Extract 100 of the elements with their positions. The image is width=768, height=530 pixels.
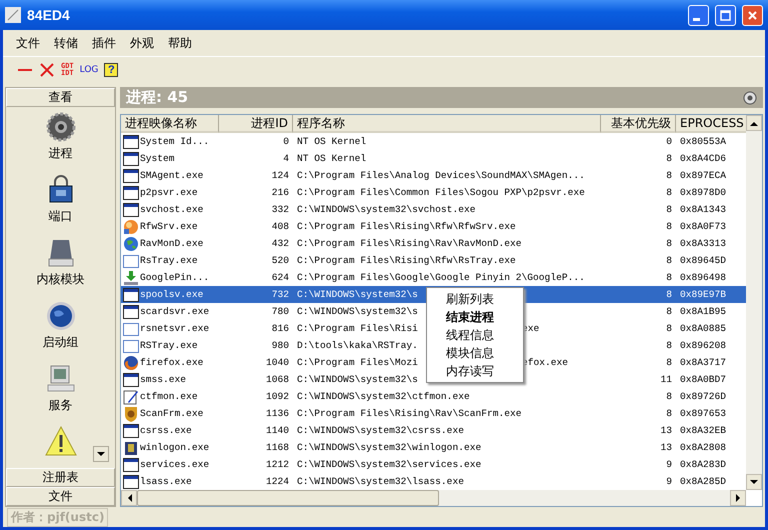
process-name[interactable]: GooglePin... <box>140 269 210 286</box>
column-header[interactable]: 进程ID <box>219 115 293 133</box>
table-cell: 980 <box>272 340 289 351</box>
close-icon[interactable] <box>39 62 55 78</box>
sidebar-item[interactable]: 启动组 <box>42 300 78 363</box>
table-cell: 1212 <box>266 459 289 470</box>
menu-item[interactable]: 线程信息 <box>427 326 523 344</box>
log-button[interactable]: LOG <box>80 65 98 75</box>
table-cell: 0x896208 <box>680 340 726 351</box>
sidebar-tab[interactable]: 文件 <box>6 487 115 506</box>
menu-item[interactable]: 文件 <box>9 34 47 52</box>
table-cell: 9 <box>666 476 672 487</box>
table-cell: 8 <box>666 255 672 266</box>
process-name[interactable]: RsTray.exe <box>140 252 198 269</box>
table-cell: C:\Program Files\Rising\Rfw\RfwSrv.exe <box>297 221 516 232</box>
table-cell: 0x8A1B95 <box>680 306 726 317</box>
left-arrow-icon <box>126 494 132 502</box>
process-name[interactable]: firefox.exe <box>140 354 204 371</box>
help-button[interactable]: ? <box>104 63 118 77</box>
process-name[interactable]: lsass.exe <box>140 473 192 490</box>
table-cell: 0x8A1343 <box>680 204 726 215</box>
column-header[interactable]: 程序名称 <box>293 115 601 133</box>
sidebar-item[interactable]: 进程 <box>44 111 76 174</box>
process-name[interactable]: RSTray.exe <box>140 337 198 354</box>
table-cell: C:\WINDOWS\system32\ctfmon.exe <box>297 391 470 402</box>
scroll-up-button[interactable] <box>746 115 762 131</box>
table-cell: 732 <box>272 289 289 300</box>
scroll-left-button[interactable] <box>121 490 137 506</box>
process-name[interactable]: csrss.exe <box>140 422 192 439</box>
table-cell: 780 <box>272 306 289 317</box>
warning-icon[interactable] <box>44 426 76 456</box>
table-cell: NT OS Kernel <box>297 153 366 164</box>
sidebar-item[interactable]: 服务 <box>44 363 76 426</box>
table-cell: 8 <box>666 153 672 164</box>
window-icon <box>123 372 139 388</box>
table-cell: 9 <box>666 459 672 470</box>
window-icon <box>123 422 139 438</box>
scroll-down-button[interactable] <box>746 474 762 490</box>
process-name[interactable]: RavMonD.exe <box>140 235 204 252</box>
menu-item[interactable]: 插件 <box>85 34 123 52</box>
process-name[interactable]: scardsvr.exe <box>140 303 210 320</box>
table-cell: 13 <box>660 442 672 453</box>
sidebar-item[interactable]: 内核模块 <box>36 237 84 300</box>
table-cell: C:\WINDOWS\system32\lsass.exe <box>297 476 464 487</box>
table-cell: 0x8A0F73 <box>680 221 726 232</box>
process-name[interactable]: System Id... <box>140 133 210 150</box>
table-cell: C:\Program Files\Mozi <box>297 357 418 368</box>
process-name[interactable]: ScanFrm.exe <box>140 405 204 422</box>
table-cell: 8 <box>666 357 672 368</box>
table-cell: 408 <box>272 221 289 232</box>
notepad-pen-icon <box>123 388 139 404</box>
process-name[interactable]: rsnetsvr.exe <box>140 320 210 337</box>
menu-item[interactable]: 内存读写 <box>427 362 523 380</box>
table-cell: C:\Program Files\Rising\Rav\RavMonD.exe <box>297 238 522 249</box>
minimize-button[interactable] <box>688 4 709 26</box>
scroll-thumb[interactable] <box>137 490 439 506</box>
close-button[interactable] <box>742 4 763 26</box>
table-cell: 0 <box>666 136 672 147</box>
maximize-button[interactable] <box>715 4 736 26</box>
column-header[interactable]: 基本优先级 <box>601 115 676 133</box>
table-cell: D:\tools\kaka\RSTray. <box>297 340 418 351</box>
table-cell: 816 <box>272 323 289 334</box>
process-name[interactable]: smss.exe <box>140 371 186 388</box>
sidebar-tab[interactable]: 注册表 <box>6 468 115 487</box>
menu-item[interactable]: 转储 <box>47 34 85 52</box>
window-icon <box>123 150 139 166</box>
scroll-down-button[interactable] <box>93 446 109 462</box>
column-header[interactable]: 进程映像名称 <box>121 115 219 133</box>
ball-icon <box>123 218 139 234</box>
process-name[interactable]: ctfmon.exe <box>140 388 198 405</box>
table-cell: NT OS Kernel <box>297 136 366 147</box>
table-cell: C:\Program Files\Rising\Rfw\RsTray.exe <box>297 255 516 266</box>
sidebar-header[interactable]: 查看 <box>6 88 115 107</box>
process-name[interactable]: System <box>140 150 175 167</box>
process-name[interactable]: p2psvr.exe <box>140 184 198 201</box>
refresh-icon[interactable] <box>743 90 757 104</box>
scroll-right-button[interactable] <box>730 490 746 506</box>
process-name[interactable]: svchost.exe <box>140 201 204 218</box>
process-name[interactable]: services.exe <box>140 456 210 473</box>
column-header[interactable]: EPROCESS <box>676 115 746 133</box>
table-cell: C:\WINDOWS\system32\services.exe <box>297 459 482 470</box>
table-cell: 8 <box>666 238 672 249</box>
table-cell: 0x89E97B <box>680 289 726 300</box>
table-cell: 8 <box>666 408 672 419</box>
table-cell: 8 <box>666 187 672 198</box>
sidebar-item[interactable]: 端口 <box>44 174 76 237</box>
gear-icon <box>44 111 76 143</box>
process-name[interactable]: SMAgent.exe <box>140 167 204 184</box>
menu-item[interactable]: 帮助 <box>161 34 199 52</box>
table-cell: 0x8A4CD6 <box>680 153 726 164</box>
table-cell: C:\WINDOWS\system32\csrss.exe <box>297 425 464 436</box>
menu-item[interactable]: 外观 <box>123 34 161 52</box>
menu-item[interactable]: 模块信息 <box>427 344 523 362</box>
process-name[interactable]: spoolsv.exe <box>140 286 204 303</box>
menu-item[interactable]: 刷新列表 <box>427 290 523 308</box>
process-name[interactable]: RfwSrv.exe <box>140 218 198 235</box>
process-name[interactable]: winlogon.exe <box>140 439 210 456</box>
table-cell: 216 <box>272 187 289 198</box>
table-cell: 8 <box>666 204 672 215</box>
menu-item[interactable]: 结束进程 <box>427 308 523 326</box>
